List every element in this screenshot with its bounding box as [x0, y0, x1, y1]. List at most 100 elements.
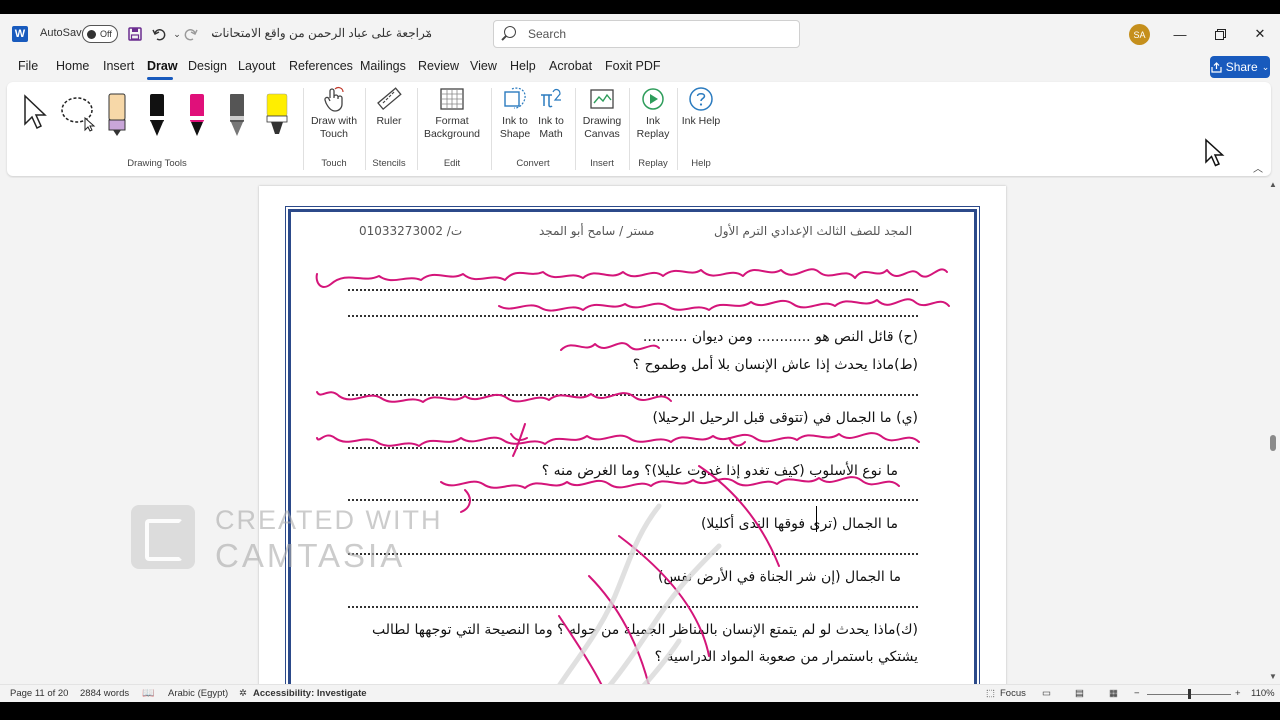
drawing-canvas-label: Drawing Canvas [582, 115, 622, 140]
lasso-select-icon[interactable] [59, 94, 99, 136]
menu-references[interactable]: References [289, 59, 353, 73]
ink-replay-button[interactable]: Ink Replay [633, 86, 673, 141]
language-indicator[interactable]: Arabic (Egypt) [168, 688, 228, 699]
menu-acrobat[interactable]: Acrobat [549, 59, 592, 73]
format-background-label: Format Background [423, 115, 481, 140]
select-tool-icon[interactable] [21, 94, 49, 136]
highlighter-yellow-icon[interactable] [265, 92, 289, 142]
question-text: ما الجمال (ترى فوقها الندى أكليلا) [700, 516, 898, 532]
drawing-canvas-icon [590, 89, 614, 109]
autosave-label: AutoSave [40, 27, 88, 39]
menu-design[interactable]: Design [188, 59, 227, 73]
draw-with-touch-label: Draw with Touch [310, 115, 358, 140]
text-cursor [816, 506, 817, 532]
ribbon-separator [491, 88, 492, 170]
menu-review[interactable]: Review [418, 59, 459, 73]
vertical-scrollbar[interactable]: ▲ ▼ [1266, 178, 1280, 684]
page-indicator[interactable]: Page 11 of 20 [10, 688, 68, 699]
menu-view[interactable]: View [470, 59, 497, 73]
zoom-slider-thumb[interactable] [1188, 689, 1191, 699]
top-letterbox [0, 0, 1280, 14]
question-text: ما نوع الأسلوب (كيف تغدو إذا غدوت عليلا)… [541, 463, 898, 479]
search-placeholder: Search [528, 27, 567, 41]
group-label-convert: Convert [516, 158, 550, 169]
header-school: المجد للصف الثالث الإعدادي الترم الأول [714, 224, 913, 238]
document-title[interactable]: مراجعة على عباد الرحمن من واقع الامتحانا… [211, 26, 432, 40]
scroll-up-icon[interactable]: ▲ [1269, 180, 1277, 189]
search-box[interactable]: Search [493, 20, 800, 48]
title-chevron-icon[interactable]: ⌄ [424, 25, 432, 36]
menu-draw[interactable]: Draw [147, 59, 178, 73]
accessibility-icon: ✲ [239, 688, 247, 699]
accessibility-status[interactable]: Accessibility: Investigate [253, 688, 367, 699]
question-text: يشتكي باستمرار من صعوبة المواد الدراسية … [654, 649, 918, 665]
title-bar: W AutoSave Off ⌄ ⌄ مراجعة على عباد الرحم… [0, 14, 1280, 54]
ink-to-math-icon [541, 88, 561, 108]
scroll-thumb[interactable] [1270, 435, 1276, 451]
answer-line [348, 553, 918, 555]
menu-file[interactable]: File [18, 59, 38, 73]
share-chevron-icon: ⌄ [1261, 61, 1270, 72]
ink-help-button[interactable]: Ink Help [681, 86, 721, 128]
menu-home[interactable]: Home [56, 59, 89, 73]
draw-ribbon: Drawing Tools Draw with Touch Touch Rule… [7, 82, 1271, 176]
undo-icon[interactable] [150, 24, 168, 44]
web-layout-icon[interactable]: ▦ [1109, 688, 1118, 699]
ruler-button[interactable]: Ruler [369, 86, 409, 128]
user-avatar[interactable]: SA [1129, 24, 1150, 45]
ink-to-shape-icon [504, 87, 526, 109]
menu-help[interactable]: Help [510, 59, 536, 73]
menu-foxit-pdf[interactable]: Foxit PDF [605, 59, 661, 73]
restore-icon[interactable] [1205, 22, 1235, 46]
answer-line [348, 289, 918, 291]
share-button[interactable]: Share ⌄ [1210, 56, 1270, 78]
format-background-icon [440, 88, 464, 110]
read-mode-icon[interactable]: ▭ [1042, 688, 1051, 699]
pencil-gray-icon[interactable] [227, 92, 247, 142]
close-icon[interactable]: ✕ [1245, 22, 1275, 46]
question-text: ما الجمال (إن شر الجناة في الأرض نفس) [658, 569, 901, 585]
ink-to-math-button[interactable]: Ink to Math [533, 86, 569, 141]
group-label-help: Help [691, 158, 711, 169]
zoom-out-button[interactable]: − [1134, 688, 1140, 699]
question-text: (ي) ما الجمال في (تتوقى قبل الرحيل الرحي… [652, 410, 918, 426]
proofing-book-icon[interactable]: 📖 [142, 688, 154, 699]
collapse-ribbon-icon[interactable]: ︿ [1253, 160, 1263, 175]
group-label-drawing-tools: Drawing Tools [127, 158, 187, 169]
status-bar: Page 11 of 20 2884 words 📖 Arabic (Egypt… [0, 684, 1280, 702]
focus-mode-label[interactable]: Focus [1000, 688, 1026, 699]
menu-bar: File Home Insert Draw Design Layout Refe… [0, 54, 1280, 80]
menu-insert[interactable]: Insert [103, 59, 134, 73]
answer-line [348, 499, 918, 501]
ruler-icon [377, 87, 402, 111]
format-background-button[interactable]: Format Background [419, 86, 485, 141]
zoom-level[interactable]: 110% [1251, 688, 1275, 699]
autosave-toggle[interactable]: Off [82, 25, 118, 43]
ribbon-separator [629, 88, 630, 170]
search-icon [504, 26, 516, 38]
word-count[interactable]: 2884 words [80, 688, 129, 699]
ink-to-shape-button[interactable]: Ink to Shape [495, 86, 535, 141]
drawing-canvas-button[interactable]: Drawing Canvas [579, 86, 625, 141]
document-canvas: ت/ 01033273002 مستر / سامح أبو المجد الم… [0, 178, 1266, 684]
document-page[interactable]: ت/ 01033273002 مستر / سامح أبو المجد الم… [259, 186, 1006, 684]
camtasia-logo-icon [131, 505, 195, 569]
zoom-in-button[interactable]: + [1235, 688, 1241, 699]
share-label: Share [1225, 60, 1258, 74]
scroll-down-icon[interactable]: ▼ [1269, 672, 1277, 681]
pen-black-icon[interactable] [147, 92, 167, 142]
answer-line [348, 447, 918, 449]
draw-with-touch-button[interactable]: Draw with Touch [307, 86, 361, 141]
pen-magenta-icon[interactable] [187, 92, 207, 142]
redo-icon[interactable] [182, 24, 200, 44]
menu-layout[interactable]: Layout [238, 59, 276, 73]
minimize-icon[interactable]: — [1165, 22, 1195, 46]
group-label-insert: Insert [590, 158, 614, 169]
pen-pencil-light-icon[interactable] [107, 92, 127, 142]
save-icon[interactable] [126, 24, 144, 44]
focus-icon[interactable]: ⬚ [986, 688, 995, 699]
bottom-letterbox [0, 702, 1280, 720]
print-layout-icon[interactable]: ▤ [1075, 688, 1084, 699]
menu-mailings[interactable]: Mailings [360, 59, 406, 73]
question-text: (ح) قائل النص هو ............ ومن ديوان … [642, 329, 918, 345]
